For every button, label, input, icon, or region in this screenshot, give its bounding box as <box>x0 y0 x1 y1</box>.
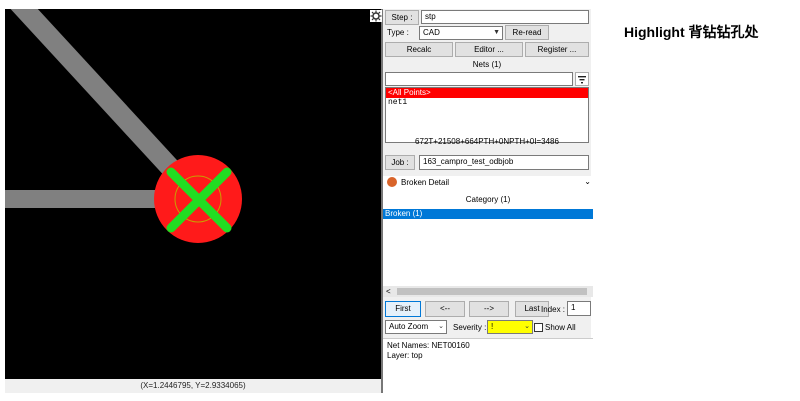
show-all-checkbox[interactable] <box>534 323 543 332</box>
chevron-down-icon: ⌄ <box>524 323 530 330</box>
scrollbar-thumb[interactable] <box>397 288 587 295</box>
first-button[interactable]: First <box>385 301 421 317</box>
detail-text-area: Net Names: NET00160 Layer: top <box>383 338 593 393</box>
page-heading: Highlight 背钻钻孔处 <box>624 24 759 40</box>
auto-zoom-value: Auto Zoom <box>389 322 429 331</box>
next-button[interactable]: --> <box>469 301 509 317</box>
detail-net-names: Net Names: NET00160 <box>387 341 470 350</box>
detail-layer: Layer: top <box>387 351 423 360</box>
filter-icon[interactable] <box>575 72 589 86</box>
severity-label: Severity : <box>453 323 487 332</box>
side-panel: Step : stp Type : CAD ▼ Re-read Recalc E… <box>370 9 593 393</box>
type-label: Type : <box>387 28 409 37</box>
scroll-left-button[interactable]: < <box>386 286 391 297</box>
coordinate-readout: (X=1.2446795, Y=2.9334065) <box>5 379 381 393</box>
diagonal-trace <box>10 9 198 196</box>
recalc-button[interactable]: Recalc <box>385 42 453 57</box>
points-summary: 672T+21508+664PTH+0NPTH+0I=3486 <box>415 137 559 146</box>
job-label-button[interactable]: Job : <box>385 155 415 170</box>
type-select-value: CAD <box>423 28 440 37</box>
gear-icon[interactable] <box>370 10 382 22</box>
editor-button[interactable]: Editor ... <box>455 42 523 57</box>
show-all-label: Show All <box>545 323 576 332</box>
severity-select[interactable]: ! ⌄ <box>487 320 533 334</box>
step-label-button[interactable]: Step : <box>385 10 419 25</box>
job-field[interactable]: 163_campro_test_odbjob <box>419 155 589 170</box>
step-field[interactable]: stp <box>421 10 589 24</box>
broken-detail-titlebar: Broken Detail ⌄ <box>383 176 593 190</box>
index-field[interactable]: 1 <box>567 301 591 316</box>
category-list[interactable]: Category (1) Broken (1) <box>383 190 593 294</box>
prev-button[interactable]: <-- <box>425 301 465 317</box>
category-item-broken[interactable]: Broken (1) <box>383 209 593 219</box>
broken-detail-title: Broken Detail <box>401 178 450 187</box>
horizontal-scrollbar[interactable]: < <box>383 286 593 297</box>
severity-value: ! <box>491 322 494 331</box>
register-button[interactable]: Register ... <box>525 42 589 57</box>
index-label: Index : <box>541 305 566 314</box>
pcb-canvas[interactable] <box>5 9 381 379</box>
auto-zoom-select[interactable]: Auto Zoom ⌄ <box>385 320 447 334</box>
reread-button[interactable]: Re-read <box>505 25 549 40</box>
pcb-drawing <box>5 9 242 243</box>
type-select[interactable]: CAD ▼ <box>419 26 503 40</box>
net-item-net1[interactable]: net1 <box>386 98 588 108</box>
net-item-all-points[interactable]: <All Points> <box>386 88 588 98</box>
chevron-down-icon: ⌄ <box>438 323 444 330</box>
nets-filter-input[interactable] <box>385 72 573 86</box>
nets-header: Nets (1) <box>472 60 502 69</box>
category-header[interactable]: Category (1) <box>383 194 593 206</box>
broken-detail-icon <box>387 177 397 187</box>
chevron-down-icon: ▼ <box>493 29 500 36</box>
titlebar-menu-icon[interactable]: ⌄ <box>584 176 591 188</box>
nets-list[interactable]: <All Points> net1 <box>385 87 589 143</box>
